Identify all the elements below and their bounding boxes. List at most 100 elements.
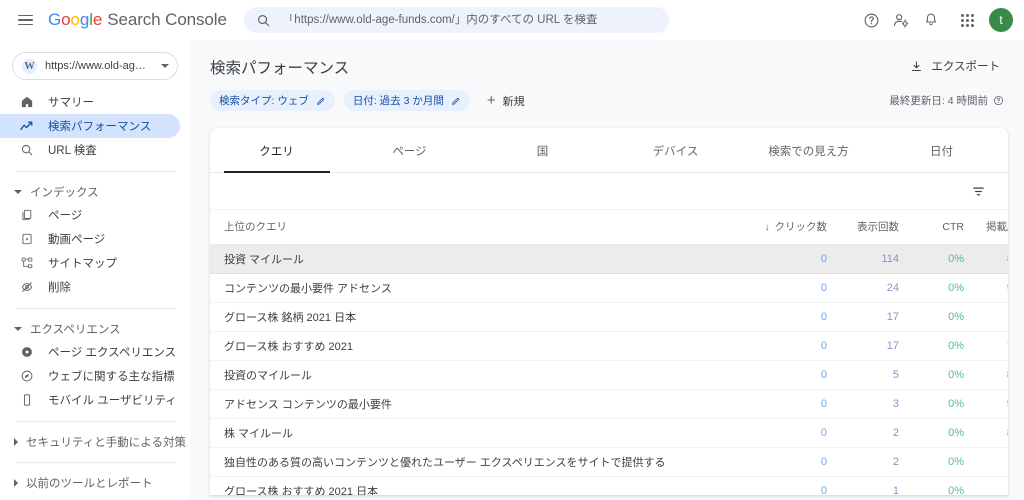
sidebar-group-experience[interactable]: エクスペリエンス	[0, 318, 190, 340]
page-header: 検索パフォーマンス エクスポート	[190, 40, 1024, 78]
sidebar-item-label: サイトマップ	[48, 258, 117, 270]
export-button[interactable]: エクスポート	[906, 56, 1004, 76]
google-apps-icon[interactable]	[953, 6, 981, 34]
column-header-ctr[interactable]: CTR	[899, 210, 964, 245]
table-row[interactable]: コンテンツの最小要件 アドセンス 0 24 0% 94.8	[210, 273, 1008, 303]
sidebar-item-core-web-vitals[interactable]: ウェブに関する主な指標	[0, 364, 180, 388]
cell-impressions: 17	[827, 302, 899, 332]
divider	[16, 421, 176, 422]
menu-icon[interactable]	[8, 3, 42, 37]
cell-query: 投資 マイルール	[210, 244, 755, 274]
brand-logo[interactable]: Google Search Console	[48, 10, 227, 30]
chevron-down-icon	[14, 327, 22, 331]
avatar[interactable]: t	[989, 8, 1013, 32]
sidebar-item-label: サマリー	[48, 97, 94, 109]
sidebar-item-url-inspection[interactable]: URL 検査	[0, 138, 180, 162]
chevron-right-icon	[14, 479, 18, 487]
cell-ctr: 0%	[899, 418, 964, 448]
help-icon[interactable]	[857, 6, 885, 34]
sidebar-item-label: ページ エクスペリエンス	[48, 347, 177, 359]
column-header-impressions[interactable]: 表示回数	[827, 210, 899, 245]
sidebar-item-pages[interactable]: ページ	[0, 203, 180, 227]
account-settings-icon[interactable]	[887, 6, 915, 34]
cell-ctr: 0%	[899, 476, 964, 495]
search-bar[interactable]	[243, 7, 669, 33]
table-row[interactable]: アドセンス コンテンツの最小要件 0 3 0% 99.3	[210, 389, 1008, 419]
plus-icon: +	[486, 92, 496, 109]
sidebar-item-sitemaps[interactable]: サイトマップ	[0, 251, 180, 275]
tab-label: 検索での見え方	[768, 145, 849, 158]
add-filter-button[interactable]: + 新規	[479, 90, 533, 111]
divider	[16, 462, 176, 463]
sort-desc-icon: ↓	[764, 222, 770, 233]
edit-pencil-icon[interactable]	[316, 96, 326, 106]
column-header-position[interactable]: 掲載順位	[964, 210, 1008, 245]
sidebar-group-legacy-tools[interactable]: 以前のツールとレポート	[0, 472, 190, 494]
edit-pencil-icon[interactable]	[451, 96, 461, 106]
filter-chip-date[interactable]: 日付: 過去 3 か月間	[343, 90, 470, 111]
app-body: W https://www.old-ag… サマリー 検索パフォーマンス URL…	[0, 40, 1024, 500]
cell-query: コンテンツの最小要件 アドセンス	[210, 273, 755, 303]
last-updated: 最終更新日: 4 時間前	[889, 93, 1004, 108]
sidebar-item-page-experience[interactable]: ページ エクスペリエンス	[0, 340, 180, 364]
tab-queries[interactable]: クエリ	[210, 128, 343, 173]
sidebar-item-search-performance[interactable]: 検索パフォーマンス	[0, 114, 180, 138]
top-app-bar: Google Search Console 「https://www.old-a…	[0, 0, 1024, 40]
property-selector[interactable]: W https://www.old-ag…	[12, 52, 178, 80]
chevron-down-icon	[14, 190, 22, 194]
cell-clicks: 0	[755, 389, 827, 419]
tab-pages[interactable]: ページ	[343, 128, 476, 173]
sidebar-item-summary[interactable]: サマリー	[0, 90, 180, 114]
cell-query: 投資のマイルール	[210, 360, 755, 390]
table-row[interactable]: グロース株 おすすめ 2021 0 17 0% 78.8	[210, 331, 1008, 361]
table-row[interactable]: 株 マイルール 0 2 0% 84.5	[210, 418, 1008, 448]
sidebar-item-mobile-usability[interactable]: モバイル ユーザビリティ	[0, 388, 180, 412]
tab-dates[interactable]: 日付	[875, 128, 1008, 173]
table-row[interactable]: グロース株 おすすめ 2021 日本 0 1 0% 67	[210, 476, 1008, 495]
tab-countries[interactable]: 国	[476, 128, 609, 173]
table-row[interactable]: 独自性のある質の高いコンテンツと優れたユーザー エクスペリエンスをサイトで提供す…	[210, 447, 1008, 477]
tab-label: 国	[536, 145, 549, 158]
sitemap-icon	[18, 255, 35, 272]
filter-chip-search-type[interactable]: 検索タイプ: ウェブ	[210, 90, 335, 111]
cell-ctr: 0%	[899, 244, 964, 274]
table-header: 上位のクエリ ↓ クリック数 表示回数 CTR 掲載順位	[210, 210, 1008, 245]
search-input[interactable]	[282, 14, 657, 26]
tab-search-appearance[interactable]: 検索での見え方	[742, 128, 875, 173]
sidebar-group-label: エクスペリエンス	[30, 324, 121, 336]
column-label: クリック数	[774, 221, 828, 233]
cell-ctr: 0%	[899, 389, 964, 419]
core-web-vitals-icon	[18, 368, 35, 385]
sidebar-group-index[interactable]: インデックス	[0, 181, 190, 203]
notifications-bell-icon[interactable]	[917, 6, 945, 34]
vertical-scrollbar[interactable]	[1012, 40, 1024, 500]
search-icon	[18, 142, 35, 159]
chip-label: 検索タイプ: ウェブ	[219, 95, 309, 107]
cell-position: 78.8	[964, 331, 1008, 361]
last-updated-label: 最終更新日: 4 時間前	[889, 95, 988, 107]
column-header-query[interactable]: 上位のクエリ	[210, 210, 755, 245]
table-row[interactable]: 投資 マイルール 0 114 0% 86.9	[210, 244, 1008, 274]
table-row[interactable]: グロース株 銘柄 2021 日本 0 17 0% 77	[210, 302, 1008, 332]
cell-ctr: 0%	[899, 360, 964, 390]
performance-table: 上位のクエリ ↓ クリック数 表示回数 CTR 掲載順位 投資 マイルール 0	[210, 210, 1008, 495]
property-label: https://www.old-ag…	[45, 60, 146, 72]
tab-label: 日付	[930, 145, 953, 158]
chevron-right-icon	[14, 438, 18, 446]
cell-impressions: 1	[827, 476, 899, 495]
help-icon[interactable]	[993, 95, 1004, 106]
table-row[interactable]: 投資のマイルール 0 5 0% 89.8	[210, 360, 1008, 390]
sidebar-group-label: インデックス	[30, 187, 99, 199]
export-label: エクスポート	[931, 61, 1000, 73]
sidebar-item-video-pages[interactable]: 動画ページ	[0, 227, 180, 251]
video-page-icon	[18, 231, 35, 248]
tab-label: デバイス	[652, 145, 699, 158]
sidebar-item-removals[interactable]: 削除	[0, 275, 180, 299]
column-header-clicks[interactable]: ↓ クリック数	[755, 210, 827, 245]
sidebar-group-security[interactable]: セキュリティと手動による対策	[0, 431, 190, 453]
tab-devices[interactable]: デバイス	[609, 128, 742, 173]
cell-ctr: 0%	[899, 302, 964, 332]
cell-clicks: 0	[755, 273, 827, 303]
filter-icon[interactable]	[966, 179, 990, 203]
search-icon	[257, 14, 270, 26]
